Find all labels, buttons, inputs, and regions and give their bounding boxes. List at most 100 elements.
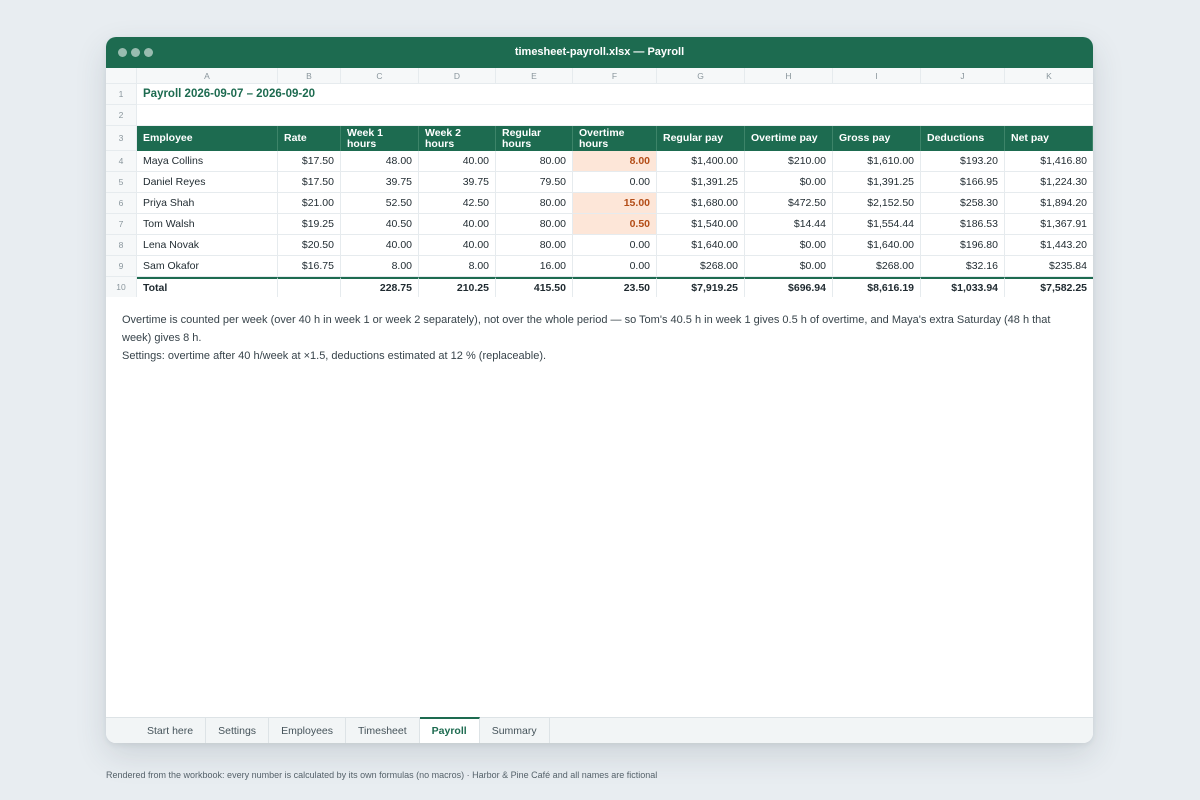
select-all-corner[interactable] xyxy=(106,68,137,84)
header-employee[interactable]: Employee xyxy=(137,126,278,151)
regular-hours-cell[interactable]: 80.00 xyxy=(496,193,573,214)
deductions-cell[interactable]: $196.80 xyxy=(921,235,1005,256)
regular-hours-cell[interactable]: 79.50 xyxy=(496,172,573,193)
regular-pay-cell[interactable]: $1,680.00 xyxy=(657,193,745,214)
week2-hours-cell[interactable]: 40.00 xyxy=(419,151,496,172)
total-overtime-pay[interactable]: $696.94 xyxy=(745,277,833,297)
row-number[interactable]: 2 xyxy=(106,105,137,126)
week1-hours-cell[interactable]: 40.00 xyxy=(341,235,419,256)
total-rate-cell[interactable] xyxy=(278,277,341,297)
net-pay-cell[interactable]: $1,443.20 xyxy=(1005,235,1093,256)
gross-pay-cell[interactable]: $268.00 xyxy=(833,256,921,277)
regular-hours-cell[interactable]: 80.00 xyxy=(496,214,573,235)
total-gross-pay[interactable]: $8,616.19 xyxy=(833,277,921,297)
gross-pay-cell[interactable]: $2,152.50 xyxy=(833,193,921,214)
overtime-pay-cell[interactable]: $0.00 xyxy=(745,235,833,256)
gross-pay-cell[interactable]: $1,640.00 xyxy=(833,235,921,256)
net-pay-cell[interactable]: $1,367.91 xyxy=(1005,214,1093,235)
column-header-i[interactable]: I xyxy=(833,68,921,84)
overtime-pay-cell[interactable]: $0.00 xyxy=(745,172,833,193)
total-net-pay[interactable]: $7,582.25 xyxy=(1005,277,1093,297)
row-number[interactable]: 10 xyxy=(106,277,137,297)
header-overtime-pay[interactable]: Overtime pay xyxy=(745,126,833,151)
overtime-hours-cell[interactable]: 0.00 xyxy=(573,256,657,277)
sheet-title[interactable]: Payroll 2026-09-07 – 2026-09-20 xyxy=(137,84,1093,105)
regular-pay-cell[interactable]: $1,540.00 xyxy=(657,214,745,235)
deductions-cell[interactable]: $166.95 xyxy=(921,172,1005,193)
column-header-d[interactable]: D xyxy=(419,68,496,84)
deductions-cell[interactable]: $32.16 xyxy=(921,256,1005,277)
tab-payroll[interactable]: Payroll xyxy=(419,717,480,743)
gross-pay-cell[interactable]: $1,554.44 xyxy=(833,214,921,235)
regular-hours-cell[interactable]: 16.00 xyxy=(496,256,573,277)
overtime-pay-cell[interactable]: $0.00 xyxy=(745,256,833,277)
blank-cell[interactable] xyxy=(137,105,1093,126)
column-header-a[interactable]: A xyxy=(137,68,278,84)
overtime-hours-cell[interactable]: 15.00 xyxy=(573,193,657,214)
net-pay-cell[interactable]: $235.84 xyxy=(1005,256,1093,277)
total-label[interactable]: Total xyxy=(137,277,278,297)
row-number[interactable]: 3 xyxy=(106,126,137,151)
rate-cell[interactable]: $21.00 xyxy=(278,193,341,214)
row-number[interactable]: 7 xyxy=(106,214,137,235)
header-net-pay[interactable]: Net pay xyxy=(1005,126,1093,151)
total-regular-hours[interactable]: 415.50 xyxy=(496,277,573,297)
overtime-hours-cell[interactable]: 0.00 xyxy=(573,172,657,193)
total-regular-pay[interactable]: $7,919.25 xyxy=(657,277,745,297)
total-week2-hours[interactable]: 210.25 xyxy=(419,277,496,297)
header-gross-pay[interactable]: Gross pay xyxy=(833,126,921,151)
tab-settings[interactable]: Settings xyxy=(206,718,270,743)
rate-cell[interactable]: $16.75 xyxy=(278,256,341,277)
tab-timesheet[interactable]: Timesheet xyxy=(346,718,420,743)
column-header-j[interactable]: J xyxy=(921,68,1005,84)
regular-hours-cell[interactable]: 80.00 xyxy=(496,151,573,172)
overtime-hours-cell[interactable]: 8.00 xyxy=(573,151,657,172)
row-number[interactable]: 4 xyxy=(106,151,137,172)
week1-hours-cell[interactable]: 40.50 xyxy=(341,214,419,235)
employee-cell[interactable]: Tom Walsh xyxy=(137,214,278,235)
rate-cell[interactable]: $19.25 xyxy=(278,214,341,235)
employee-cell[interactable]: Daniel Reyes xyxy=(137,172,278,193)
deductions-cell[interactable]: $193.20 xyxy=(921,151,1005,172)
row-number[interactable]: 1 xyxy=(106,84,137,105)
net-pay-cell[interactable]: $1,224.30 xyxy=(1005,172,1093,193)
deductions-cell[interactable]: $186.53 xyxy=(921,214,1005,235)
week2-hours-cell[interactable]: 39.75 xyxy=(419,172,496,193)
rate-cell[interactable]: $17.50 xyxy=(278,151,341,172)
overtime-pay-cell[interactable]: $14.44 xyxy=(745,214,833,235)
tab-start-here[interactable]: Start here xyxy=(135,718,207,743)
employee-cell[interactable]: Lena Novak xyxy=(137,235,278,256)
deductions-cell[interactable]: $258.30 xyxy=(921,193,1005,214)
net-pay-cell[interactable]: $1,894.20 xyxy=(1005,193,1093,214)
column-header-k[interactable]: K xyxy=(1005,68,1093,84)
total-overtime-hours[interactable]: 23.50 xyxy=(573,277,657,297)
total-deductions[interactable]: $1,033.94 xyxy=(921,277,1005,297)
column-header-b[interactable]: B xyxy=(278,68,341,84)
header-overtime-hours[interactable]: Overtime hours xyxy=(573,126,657,151)
overtime-pay-cell[interactable]: $210.00 xyxy=(745,151,833,172)
header-regular-hours[interactable]: Regular hours xyxy=(496,126,573,151)
employee-cell[interactable]: Priya Shah xyxy=(137,193,278,214)
week1-hours-cell[interactable]: 39.75 xyxy=(341,172,419,193)
gross-pay-cell[interactable]: $1,610.00 xyxy=(833,151,921,172)
regular-pay-cell[interactable]: $1,640.00 xyxy=(657,235,745,256)
week1-hours-cell[interactable]: 8.00 xyxy=(341,256,419,277)
column-header-f[interactable]: F xyxy=(573,68,657,84)
column-header-g[interactable]: G xyxy=(657,68,745,84)
week2-hours-cell[interactable]: 8.00 xyxy=(419,256,496,277)
week1-hours-cell[interactable]: 52.50 xyxy=(341,193,419,214)
week1-hours-cell[interactable]: 48.00 xyxy=(341,151,419,172)
week2-hours-cell[interactable]: 42.50 xyxy=(419,193,496,214)
row-number[interactable]: 8 xyxy=(106,235,137,256)
overtime-pay-cell[interactable]: $472.50 xyxy=(745,193,833,214)
regular-pay-cell[interactable]: $1,400.00 xyxy=(657,151,745,172)
header-regular-pay[interactable]: Regular pay xyxy=(657,126,745,151)
row-number[interactable]: 9 xyxy=(106,256,137,277)
overtime-hours-cell[interactable]: 0.00 xyxy=(573,235,657,256)
week2-hours-cell[interactable]: 40.00 xyxy=(419,214,496,235)
employee-cell[interactable]: Maya Collins xyxy=(137,151,278,172)
row-number[interactable]: 6 xyxy=(106,193,137,214)
header-rate[interactable]: Rate xyxy=(278,126,341,151)
overtime-hours-cell[interactable]: 0.50 xyxy=(573,214,657,235)
header-week2-hours[interactable]: Week 2 hours xyxy=(419,126,496,151)
